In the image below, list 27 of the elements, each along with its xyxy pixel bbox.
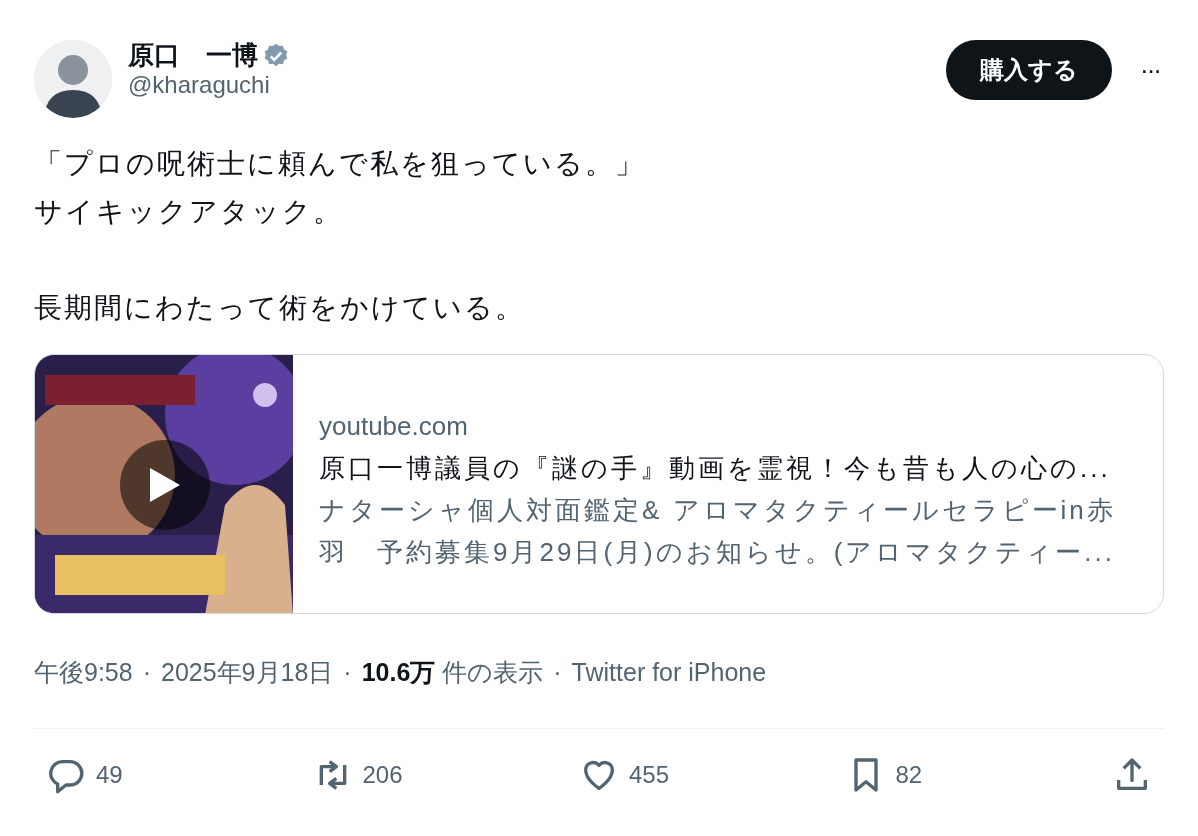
tweet-text-line: 長期間にわたって術をかけている。	[34, 291, 526, 325]
link-description: ナターシャ個人対面鑑定& アロマタクティールセラピーin赤羽 予約募集9月29日(月)のお知らせ。(アロマタクティー...	[319, 494, 1117, 569]
separator-dot: ·	[343, 657, 352, 688]
buy-button[interactable]: 購入する	[946, 40, 1112, 100]
reply-button[interactable]: 49	[42, 750, 182, 799]
author-handle[interactable]: @kharaguchi	[128, 71, 946, 100]
separator-dot: ·	[553, 657, 562, 688]
action-count: 82	[895, 759, 923, 790]
view-count[interactable]: 10.6万 件の表示	[361, 654, 544, 692]
retweet-button[interactable]: 206	[308, 750, 449, 799]
bookmark-button[interactable]: 82	[841, 750, 982, 799]
action-count: 49	[96, 759, 123, 790]
tweet-text-line: 「プロの呪術士に頼んで私を狙っている。」	[34, 147, 646, 181]
link-domain: youtube.com	[319, 410, 469, 443]
tweet-text-line: サイキックアタック。	[34, 195, 344, 229]
like-button[interactable]: 455	[575, 750, 715, 799]
author-name[interactable]: 原口 一博	[128, 40, 258, 72]
action-count: 206	[362, 759, 403, 790]
post-time[interactable]: 午後9:58	[34, 654, 133, 692]
link-card[interactable]: youtube.com 原口一博議員の『謎の手』動画を霊視！今も昔も人の心の... ナターシャ個人対面鑑定& アロマタクティールセラピーin赤羽 予約募集9月29日(月)のお知らせ。(アロマタクティー...	[34, 354, 1164, 614]
more-button[interactable]: ···	[1136, 50, 1164, 90]
link-title: 原口一博議員の『謎の手』動画を霊視！今も昔も人の心の...	[319, 452, 1112, 485]
post-date[interactable]: 2025年9月18日	[161, 654, 334, 692]
post-source: Twitter for iPhone	[571, 657, 767, 688]
separator-dot: ·	[142, 657, 151, 688]
action-count: 455	[629, 759, 670, 790]
play-icon	[148, 466, 182, 504]
